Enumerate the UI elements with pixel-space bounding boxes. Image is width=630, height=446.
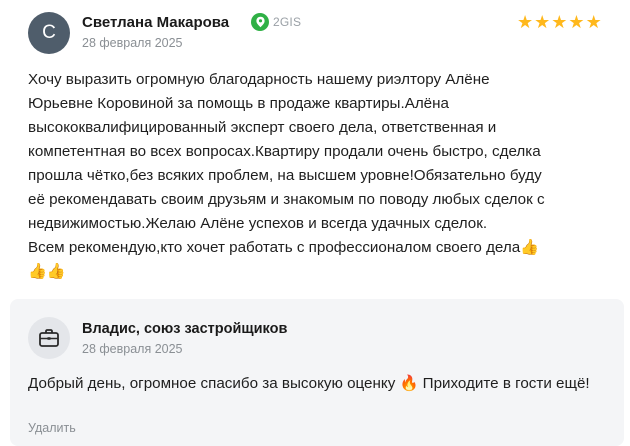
review-source: 2GIS xyxy=(251,13,301,31)
review-text: Хочу выразить огромную благодарность наш… xyxy=(28,71,545,280)
star-icon: ★ xyxy=(517,12,534,32)
review-card: С Светлана Макарова 2GIS 28 февраля 2025… xyxy=(0,0,630,290)
rating-stars: ★ ★ ★ ★ ★ xyxy=(517,12,602,32)
avatar[interactable]: С xyxy=(28,12,70,54)
star-icon: ★ xyxy=(551,12,568,32)
delete-reply-button[interactable]: Удалить xyxy=(28,421,76,435)
avatar-letter: С xyxy=(42,22,56,43)
briefcase-icon xyxy=(28,317,70,359)
review-author-name[interactable]: Светлана Макарова xyxy=(82,14,229,31)
reply-text: Добрый день, огромное спасибо за высокую… xyxy=(28,375,590,392)
review-date: 28 февраля 2025 xyxy=(82,36,183,50)
reply-author-name: Владис, союз застройщиков xyxy=(82,321,288,337)
source-label: 2GIS xyxy=(273,15,302,29)
reply-date: 28 февраля 2025 xyxy=(82,342,183,356)
star-icon: ★ xyxy=(568,12,585,32)
company-reply: Владис, союз застройщиков 28 февраля 202… xyxy=(10,299,624,446)
star-icon: ★ xyxy=(534,12,551,32)
2gis-leaf-icon xyxy=(251,13,269,31)
star-icon: ★ xyxy=(585,12,602,32)
